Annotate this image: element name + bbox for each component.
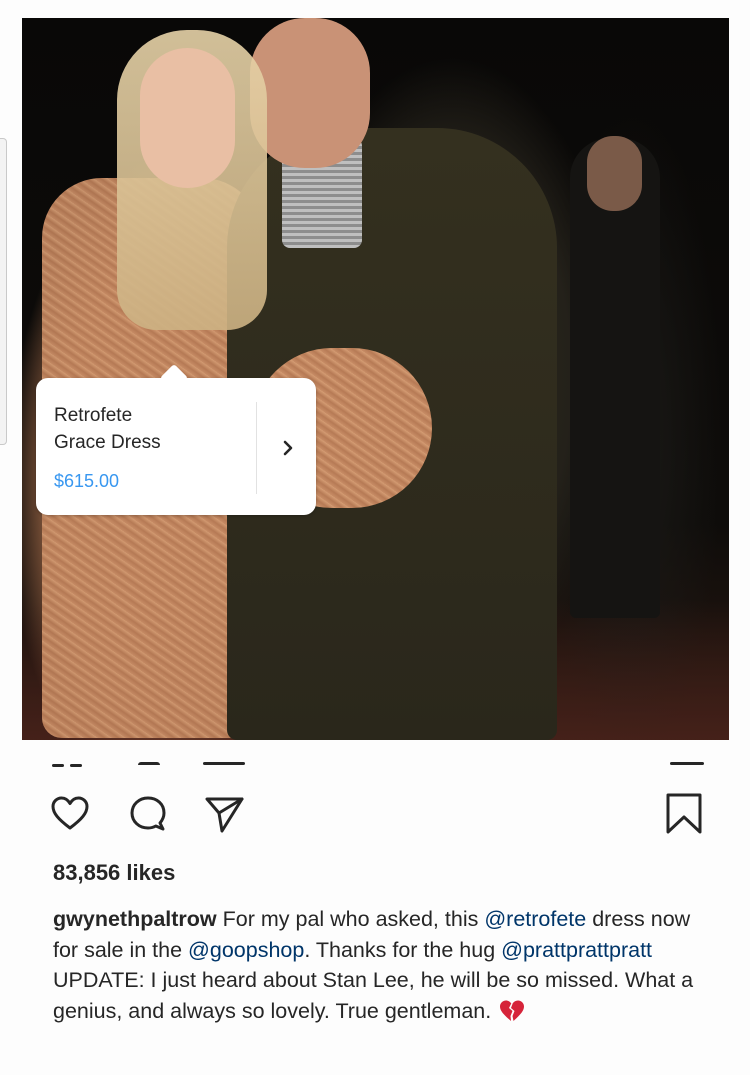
product-name-line1: Retrofete <box>54 405 133 426</box>
cutoff-overlay-remnants <box>0 756 750 772</box>
caption-text: UPDATE: I just heard about Stan Lee, he … <box>53 968 694 1023</box>
tag-divider <box>256 402 257 494</box>
broken-heart-icon <box>499 999 525 1023</box>
instagram-post: Retrofete Grace Dress $615.00 83,856 lik… <box>0 0 750 1075</box>
caption-mention-prattprattpratt[interactable]: @prattprattpratt <box>501 938 652 962</box>
remnant-mark <box>138 762 160 765</box>
comment-bubble-icon[interactable] <box>126 792 170 836</box>
bookmark-icon[interactable] <box>662 792 706 836</box>
caption-text: For my pal who asked, this <box>216 907 485 931</box>
product-tag[interactable]: Retrofete Grace Dress $615.00 <box>36 378 316 515</box>
product-price: $615.00 <box>54 471 120 491</box>
photo-woman-face <box>140 48 235 188</box>
heart-outline-icon[interactable] <box>48 792 92 836</box>
remnant-mark <box>203 762 245 765</box>
paper-plane-icon[interactable] <box>202 792 246 836</box>
product-name-line2: Grace Dress <box>54 432 161 453</box>
caption-text: . Thanks for the hug <box>304 937 502 962</box>
side-panel-edge <box>0 138 7 445</box>
post-caption: gwynethpaltrow For my pal who asked, thi… <box>53 904 713 1026</box>
remnant-mark <box>670 762 704 765</box>
remnant-mark <box>52 764 64 767</box>
caption-username[interactable]: gwynethpaltrow <box>53 907 217 931</box>
photo-background-face <box>587 136 642 211</box>
remnant-mark <box>70 764 82 767</box>
product-info: Retrofete Grace Dress $615.00 <box>54 402 254 493</box>
caption-mention-retrofete[interactable]: @retrofete <box>484 907 586 931</box>
chevron-right-icon[interactable] <box>278 438 298 458</box>
caption-mention-goopshop[interactable]: @goopshop <box>188 938 304 962</box>
action-bar <box>0 792 750 842</box>
likes-count[interactable]: 83,856 likes <box>53 860 175 886</box>
photo-man-face <box>250 18 370 168</box>
